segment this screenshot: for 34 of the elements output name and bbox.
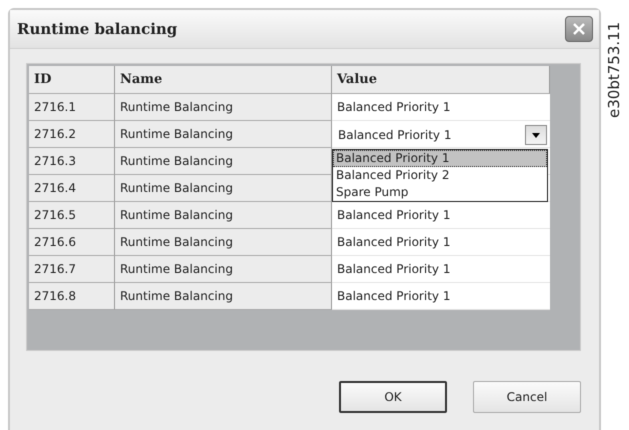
table-cell: 2716.1: [29, 94, 115, 121]
table-cell: Balanced Priority 1: [332, 256, 550, 283]
table-cell: Runtime Balancing: [115, 94, 332, 121]
table-cell: 2716.2: [29, 121, 115, 148]
dialog-button[interactable]: OK: [339, 381, 447, 413]
table-cell: 2716.5: [29, 202, 115, 229]
column-header: ID: [29, 66, 115, 94]
table-cell: Balanced Priority 1: [332, 202, 550, 229]
table-cell: Runtime Balancing: [115, 202, 332, 229]
caret-icon: [532, 132, 540, 138]
close-icon: [572, 22, 586, 36]
table-cell: 2716.8: [29, 283, 115, 310]
column-header: Value: [332, 66, 550, 94]
window-title: Runtime balancing: [17, 20, 178, 38]
table-cell: Runtime Balancing: [115, 148, 332, 175]
column-header: Name: [115, 66, 332, 94]
dropdown-option[interactable]: Balanced Priority 1: [333, 150, 547, 167]
table-cell: Balanced Priority 1: [332, 94, 550, 121]
table-cell: Runtime Balancing: [115, 283, 332, 310]
table-cell: Runtime Balancing: [115, 121, 332, 148]
table-cell: Balanced Priority 1: [332, 283, 550, 310]
figure-code: e30bt753.11: [606, 20, 622, 118]
table-cell: 2716.6: [29, 229, 115, 256]
dialog-button[interactable]: Cancel: [473, 381, 581, 413]
table-cell: 2716.4: [29, 175, 115, 202]
table-cell: Runtime Balancing: [115, 229, 332, 256]
close-button[interactable]: [565, 16, 593, 42]
dropdown-option[interactable]: Balanced Priority 2: [333, 167, 547, 184]
dropdown-option[interactable]: Spare Pump: [333, 184, 547, 201]
table-cell: 2716.7: [29, 256, 115, 283]
table-cell: 2716.3: [29, 148, 115, 175]
table-cell: Runtime Balancing: [115, 256, 332, 283]
table-cell: Runtime Balancing: [115, 175, 332, 202]
table-cell: Balanced Priority 1: [332, 229, 550, 256]
